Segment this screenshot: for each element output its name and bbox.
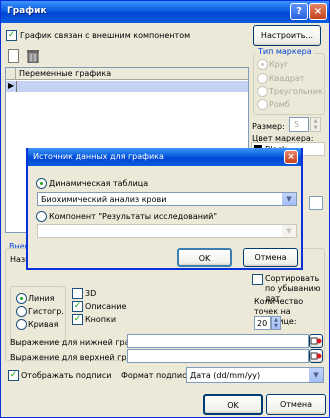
marker-circle-radio[interactable] <box>257 59 268 70</box>
three-d-checkbox[interactable] <box>72 288 83 299</box>
buttons-checkbox[interactable]: ✓ <box>72 314 83 325</box>
new-variable-icon[interactable] <box>8 49 19 63</box>
window-titlebar: График ? × <box>1 1 329 23</box>
chevron-down-icon[interactable]: ▼ <box>281 225 296 237</box>
marker-circle-label: Круг <box>269 60 289 69</box>
data-source-dialog: Источник данных для графика × Динамическ… <box>26 148 303 270</box>
chart-histogram-radio[interactable] <box>16 306 27 317</box>
help-button[interactable]: ? <box>290 3 308 20</box>
points-per-page-input[interactable]: 20 <box>254 316 271 330</box>
points-per-page-spinner[interactable]: ▲ ▼ <box>271 316 281 330</box>
row-indicator-header <box>6 68 16 80</box>
show-captions-checkbox[interactable]: ✓ <box>8 370 19 381</box>
dynamic-table-value: Биохимический анализ крови <box>41 195 167 204</box>
marker-triangle-label: Треугольник <box>269 87 323 96</box>
description-checkbox[interactable]: ✓ <box>72 301 83 312</box>
chart-settings-window: График ? × ✓ График связан с внешним ком… <box>0 0 330 418</box>
linked-checkbox[interactable]: ✓ <box>6 30 17 41</box>
chart-curve-label: Кривая <box>28 320 59 329</box>
buttons-label: Кнопки <box>85 315 117 324</box>
dialog-close-button[interactable]: × <box>284 150 298 164</box>
chevron-down-icon[interactable]: ▼ <box>281 193 296 205</box>
marker-square-label: Квадрат <box>269 74 305 83</box>
marker-rhombus-label: Ромб <box>269 100 290 109</box>
marker-triangle-radio[interactable] <box>257 86 268 97</box>
expression-edit-icon <box>310 337 322 345</box>
row-divider <box>16 81 17 92</box>
description-label: Описание <box>85 302 127 311</box>
size-value: 5 <box>294 120 300 129</box>
points-per-page-value: 20 <box>257 319 268 328</box>
size-spinner[interactable]: ▲ ▼ <box>310 117 321 132</box>
component-radio[interactable] <box>36 211 47 222</box>
window-title: График <box>7 6 47 16</box>
linked-checkbox-label: График связан с внешним компонентом <box>20 31 191 40</box>
dialog-titlebar: Источник данных для графика × <box>28 148 301 166</box>
component-label: Компонент "Результаты исследований" <box>49 212 218 221</box>
marker-type-group-label: Тип маркера <box>256 47 314 56</box>
dialog-title: Источник данных для графика <box>33 152 164 161</box>
chart-line-label: Линия <box>28 294 55 303</box>
marker-rhombus-radio[interactable] <box>257 99 268 110</box>
cancel-button[interactable]: Отмена <box>266 394 326 415</box>
dynamic-table-radio[interactable] <box>36 178 47 189</box>
variables-table-header: Переменные графика <box>6 68 248 80</box>
caption-format-label: Формат подписи: <box>121 371 195 380</box>
chart-histogram-label: Гистогр. <box>28 307 64 316</box>
show-captions-label: Отображать подписи <box>21 371 112 380</box>
size-input[interactable]: 5 <box>289 117 309 132</box>
configure-button[interactable]: Настроить... <box>253 25 321 46</box>
chart-line-radio[interactable] <box>16 293 27 304</box>
chevron-down-icon[interactable]: ▼ <box>308 368 323 382</box>
upper-bound-input[interactable] <box>127 349 309 363</box>
dynamic-table-select[interactable]: Биохимический анализ крови ▼ <box>37 192 297 206</box>
trash-icon[interactable] <box>27 49 39 64</box>
caption-format-value: Дата (dd/mm/yy) <box>190 371 261 380</box>
component-select[interactable]: ▼ <box>37 224 297 238</box>
dialog-cancel-button[interactable]: Отмена <box>243 248 298 267</box>
three-d-label: 3D <box>85 289 97 298</box>
variables-column-header[interactable]: Переменные графика <box>19 69 111 78</box>
lower-bound-edit-button[interactable] <box>309 334 323 348</box>
sort-descending-checkbox[interactable] <box>252 274 263 285</box>
dynamic-table-label: Динамическая таблица <box>49 179 149 188</box>
upper-bound-edit-button[interactable] <box>309 349 323 363</box>
side-combo-fragment[interactable] <box>309 196 323 210</box>
trash-icon-svg <box>27 50 39 64</box>
marker-square-radio[interactable] <box>257 73 268 84</box>
lower-bound-input[interactable] <box>127 334 309 348</box>
size-label: Размер: <box>252 122 285 131</box>
close-button[interactable]: × <box>309 3 327 20</box>
row-pointer-icon: ▶ <box>8 81 15 90</box>
table-row[interactable]: ▶ <box>6 81 248 92</box>
dialog-ok-button[interactable]: OK <box>177 248 232 267</box>
ok-button[interactable]: OK <box>203 394 263 415</box>
caption-format-select[interactable]: Дата (dd/mm/yy) ▼ <box>186 367 324 383</box>
chart-curve-radio[interactable] <box>16 319 27 330</box>
expression-edit-icon <box>310 352 322 360</box>
